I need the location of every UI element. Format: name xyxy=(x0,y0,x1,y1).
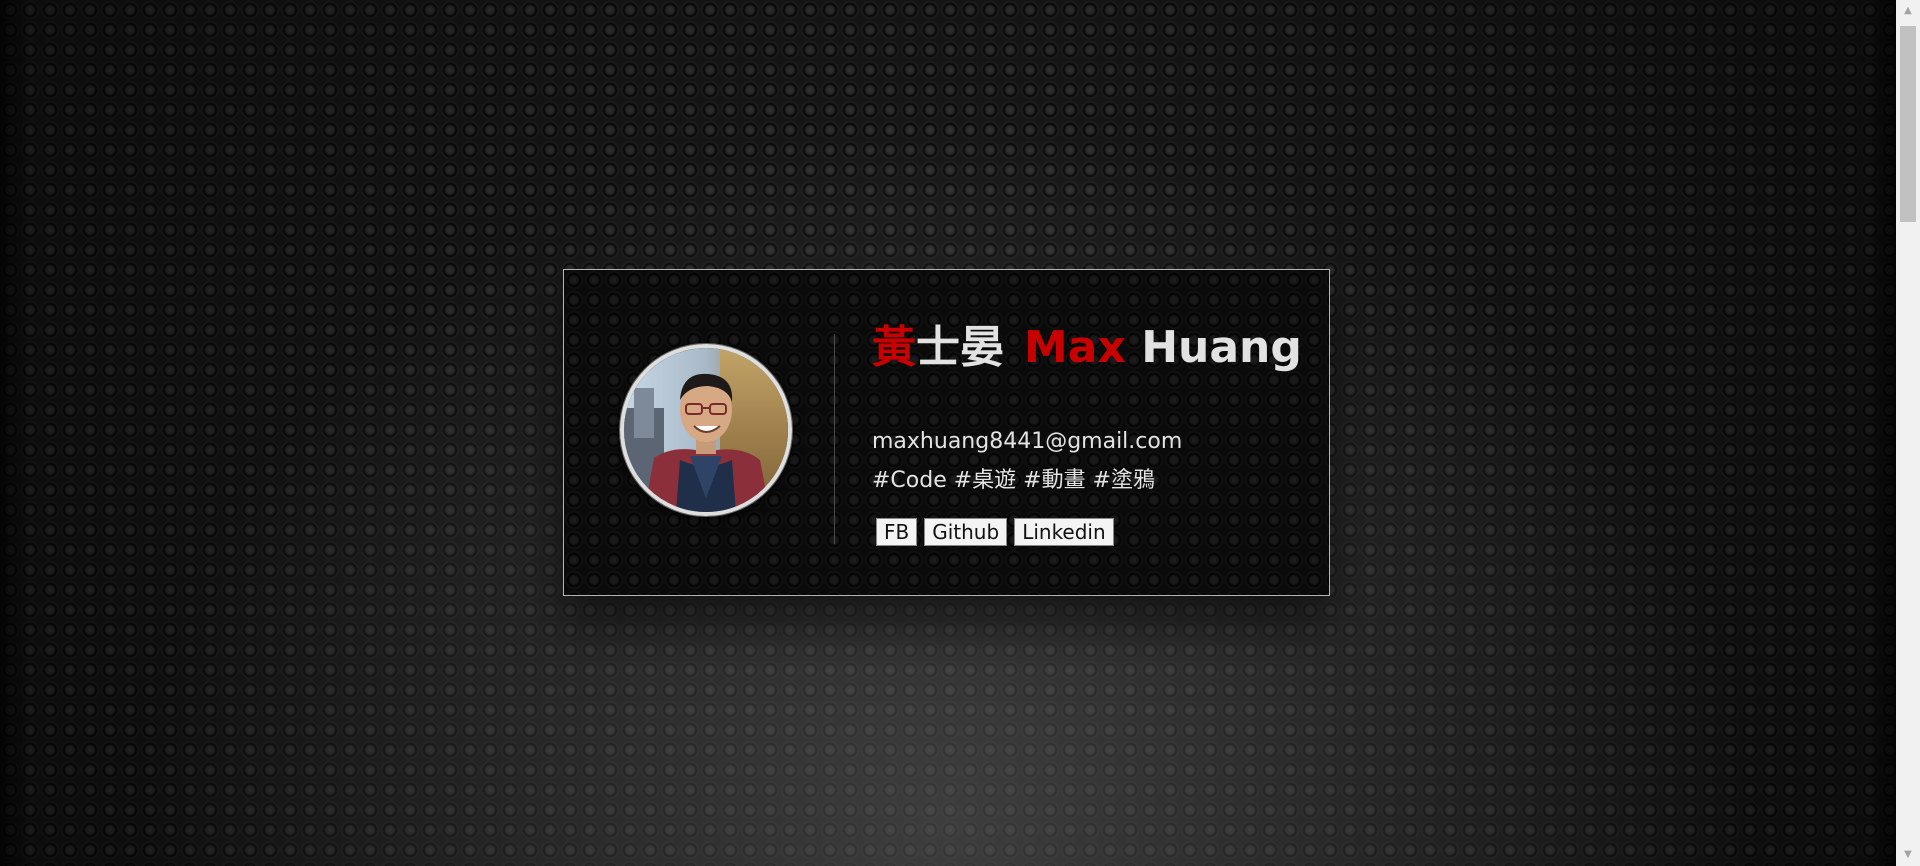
scroll-down-icon[interactable]: ▼ xyxy=(1896,846,1920,864)
interest-tags: #Code #桌遊 #動畫 #塗鴉 xyxy=(872,468,1156,493)
github-link-button[interactable]: Github xyxy=(924,518,1008,546)
profile-name: 黃士晏 Max Huang xyxy=(872,322,1302,374)
scroll-up-icon[interactable]: ▲ xyxy=(1896,2,1920,20)
linkedin-link-button[interactable]: Linkedin xyxy=(1014,518,1114,546)
vertical-divider xyxy=(834,334,835,544)
name-cn-rest: 士晏 xyxy=(916,322,1004,373)
email-text: maxhuang8441@gmail.com xyxy=(872,429,1183,454)
background-edge-shade-left xyxy=(0,0,30,866)
profile-card: 黃士晏 Max Huang maxhuang8441@gmail.com #Cod… xyxy=(563,269,1330,596)
name-en-last: Huang xyxy=(1141,322,1302,373)
name-en-first: Max xyxy=(1024,322,1126,373)
background-edge-shade-right xyxy=(1866,0,1896,866)
name-cn-first: 黃 xyxy=(872,322,916,373)
social-links: FB Github Linkedin xyxy=(876,518,1121,546)
scrollbar-thumb[interactable] xyxy=(1900,26,1916,222)
avatar xyxy=(620,344,792,516)
vertical-scrollbar[interactable]: ▲ ▼ xyxy=(1896,0,1920,866)
avatar-photo xyxy=(624,348,788,512)
fb-link-button[interactable]: FB xyxy=(876,518,918,546)
